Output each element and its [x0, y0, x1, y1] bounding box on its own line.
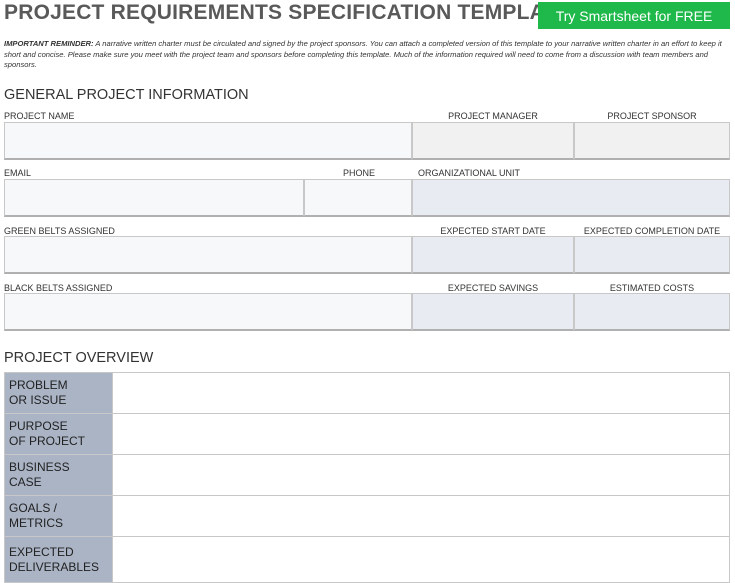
green-belts-field[interactable]	[4, 236, 412, 274]
overview-row-header: PURPOSE OF PROJECT	[4, 413, 113, 455]
black-belts-field[interactable]	[4, 293, 412, 331]
business-case-field[interactable]	[112, 454, 730, 496]
goals-field[interactable]	[112, 495, 730, 537]
page-title: PROJECT REQUIREMENTS SPECIFICATION TEMPL…	[4, 1, 571, 24]
overview-row-problem: PROBLEM OR ISSUE	[4, 372, 730, 414]
organizational-unit-label: ORGANIZATIONAL UNIT	[418, 168, 521, 178]
overview-row-header: BUSINESS CASE	[4, 454, 113, 496]
start-date-label: EXPECTED START DATE	[440, 226, 546, 236]
overview-table: PROBLEM OR ISSUE PURPOSE OF PROJECT BUSINE…	[4, 372, 730, 583]
email-label: EMAIL	[4, 168, 32, 178]
problem-field[interactable]	[112, 372, 730, 414]
email-field[interactable]	[4, 179, 304, 217]
reminder-text: A narrative written charter must be circ…	[4, 39, 722, 69]
overview-row-business-case: BUSINESS CASE	[4, 454, 730, 496]
try-smartsheet-button[interactable]: Try Smartsheet for FREE	[538, 2, 730, 29]
overview-row-header: PROBLEM OR ISSUE	[4, 372, 113, 414]
phone-label: PHONE	[343, 168, 376, 178]
project-sponsor-label: PROJECT SPONSOR	[607, 111, 697, 121]
overview-section-title: PROJECT OVERVIEW	[4, 350, 154, 366]
project-name-field[interactable]	[4, 122, 412, 160]
purpose-field[interactable]	[112, 413, 730, 455]
project-name-label: PROJECT NAME	[4, 111, 75, 121]
overview-row-goals: GOALS / METRICS	[4, 495, 730, 537]
project-sponsor-field[interactable]	[574, 122, 730, 160]
estimated-costs-label: ESTIMATED COSTS	[609, 283, 695, 293]
completion-date-field[interactable]	[574, 236, 730, 274]
project-manager-field[interactable]	[412, 122, 574, 160]
green-belts-label: GREEN BELTS ASSIGNED	[4, 226, 115, 236]
general-section-title: GENERAL PROJECT INFORMATION	[4, 87, 249, 103]
overview-row-header: GOALS / METRICS	[4, 495, 113, 537]
phone-field[interactable]	[304, 179, 412, 217]
reminder-lead: IMPORTANT REMINDER:	[4, 39, 94, 48]
completion-date-label: EXPECTED COMPLETION DATE	[583, 226, 721, 236]
overview-row-purpose: PURPOSE OF PROJECT	[4, 413, 730, 455]
important-reminder: IMPORTANT REMINDER: A narrative written …	[4, 39, 728, 71]
expected-savings-field[interactable]	[412, 293, 574, 331]
start-date-field[interactable]	[412, 236, 574, 274]
organizational-unit-field[interactable]	[412, 179, 730, 217]
expected-savings-label: EXPECTED SAVINGS	[447, 283, 539, 293]
black-belts-label: BLACK BELTS ASSIGNED	[4, 283, 113, 293]
estimated-costs-field[interactable]	[574, 293, 730, 331]
project-manager-label: PROJECT MANAGER	[448, 111, 538, 121]
